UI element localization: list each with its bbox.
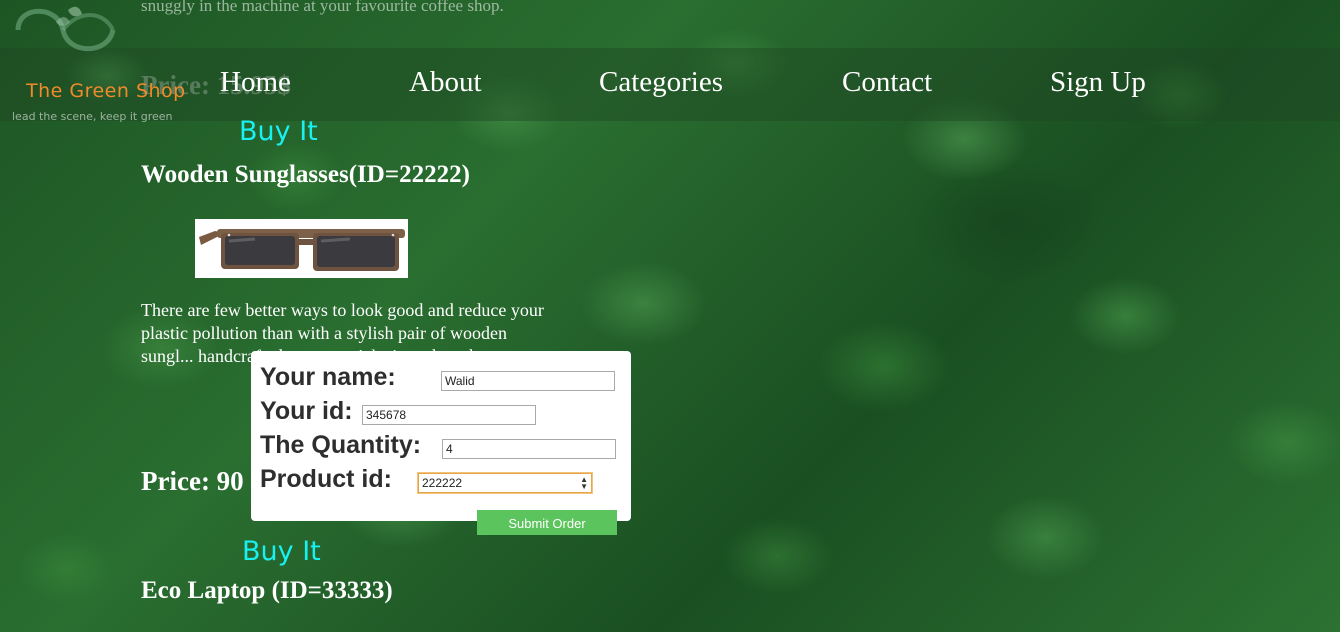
logo-name: The Green Shop bbox=[26, 80, 186, 102]
buy-it-link-laptop[interactable]: Buy It bbox=[242, 536, 321, 567]
buy-it-link-sunglasses[interactable]: Buy It bbox=[239, 116, 318, 147]
logo-tagline: lead the scene, keep it green bbox=[12, 110, 173, 123]
nav-home[interactable]: Home bbox=[220, 66, 291, 99]
background-partial-text: snuggly in the machine at your favourite… bbox=[141, 0, 504, 15]
top-navigation-bar: The Green Shop lead the scene, keep it g… bbox=[0, 6, 1340, 123]
spinner-arrows-icon[interactable]: ▲ ▼ bbox=[580, 476, 588, 491]
quantity-input[interactable] bbox=[442, 439, 616, 459]
product-image-sunglasses bbox=[195, 219, 408, 278]
name-label: Your name: bbox=[260, 363, 396, 391]
product-title-laptop: Eco Laptop (ID=33333) bbox=[141, 577, 393, 604]
order-form-panel: Your name: Your id: The Quantity: Produc… bbox=[251, 351, 631, 535]
logo[interactable]: The Green Shop lead the scene, keep it g… bbox=[8, 0, 198, 170]
product-id-stepper[interactable]: 222222 ▲ ▼ bbox=[417, 472, 593, 494]
sunglasses-image bbox=[195, 219, 408, 278]
name-input[interactable] bbox=[441, 371, 615, 391]
submit-order-button[interactable]: Submit Order bbox=[477, 510, 617, 535]
nav-categories[interactable]: Categories bbox=[599, 66, 723, 99]
product-price-sunglasses: Price: 90 bbox=[141, 466, 244, 496]
nav-about[interactable]: About bbox=[409, 66, 482, 99]
nav-contact[interactable]: Contact bbox=[842, 66, 932, 99]
id-input[interactable] bbox=[362, 405, 536, 425]
quantity-label: The Quantity: bbox=[260, 431, 422, 459]
nav-sign-up[interactable]: Sign Up bbox=[1050, 66, 1146, 99]
leaf-swirl-icon bbox=[15, 6, 116, 52]
id-label: Your id: bbox=[260, 397, 353, 425]
product-id-label: Product id: bbox=[260, 465, 392, 493]
product-id-value: 222222 bbox=[422, 476, 463, 490]
product-title-sunglasses: Wooden Sunglasses(ID=22222) bbox=[141, 161, 470, 188]
